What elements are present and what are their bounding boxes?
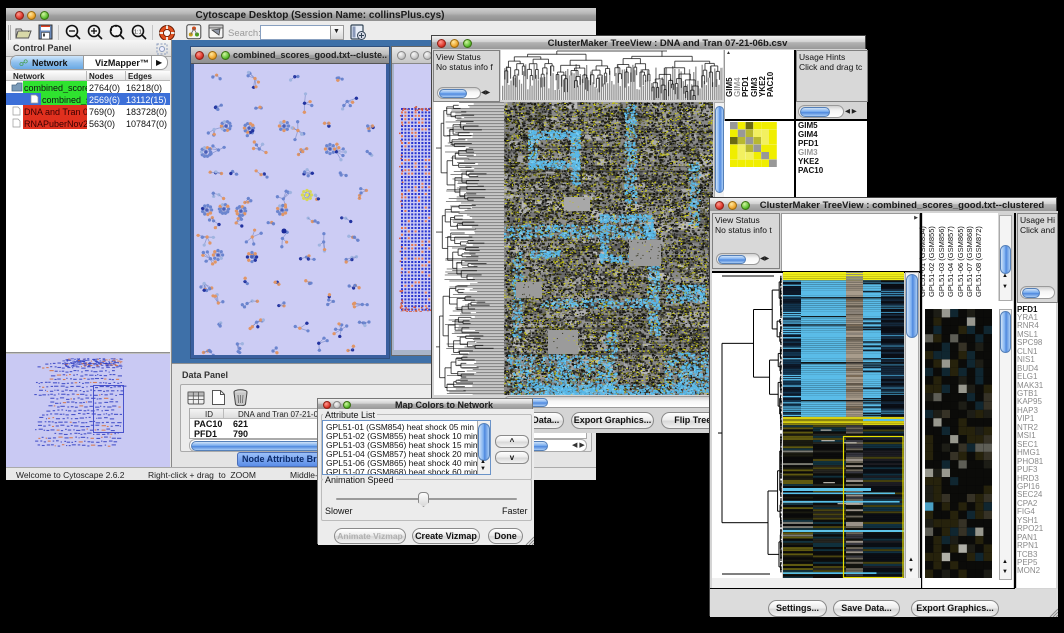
svg-text:1:1: 1:1 <box>134 30 142 36</box>
